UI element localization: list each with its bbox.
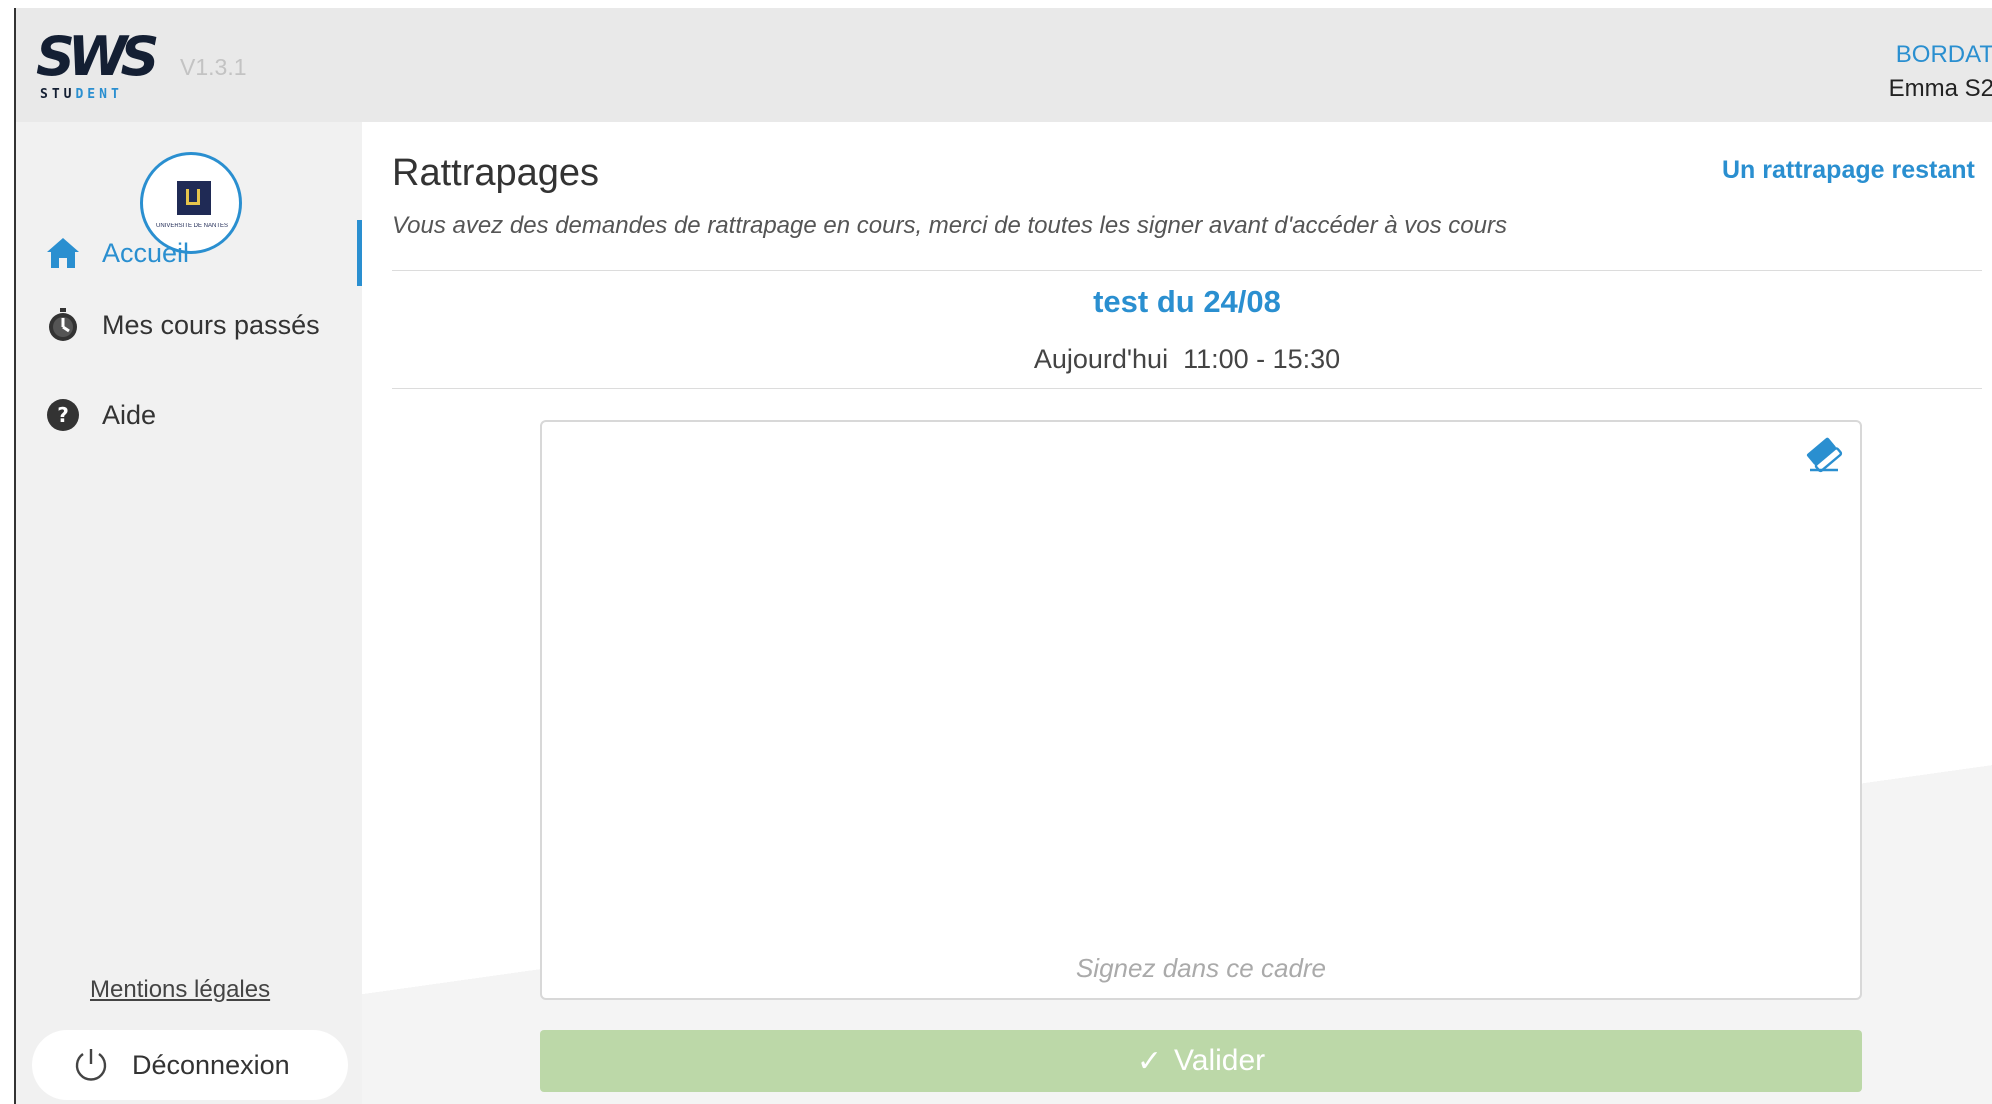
divider (392, 388, 1982, 389)
session-name: test du 24/08 (1093, 284, 1281, 319)
svg-text:?: ? (57, 403, 69, 427)
university-mark-icon (177, 181, 211, 215)
user-info[interactable]: BORDAT Emma S2 (1884, 38, 1992, 106)
app-version: V1.3.1 (180, 54, 247, 80)
app-window: SWS STUDENT V1.3.1 BORDAT Emma S2 UNIVER… (14, 8, 1992, 1104)
user-firstname: Emma S2 (1888, 75, 1992, 102)
sidebar: UNIVERSITÉ DE NANTES Accueil Mes cours p… (16, 122, 362, 1104)
sws-logo: SWS STUDENT (36, 25, 159, 110)
help-icon: ? (44, 396, 82, 434)
stopwatch-icon (44, 306, 82, 344)
legal-notice-link[interactable]: Mentions légales (90, 976, 270, 1004)
main-content: Rattrapages Vous avez des demandes de ra… (362, 122, 1992, 1104)
signature-pad[interactable]: Signez dans ce cadre (540, 420, 1862, 1000)
divider (392, 270, 1982, 271)
sidebar-item-aide[interactable]: ? Aide (16, 382, 362, 448)
sidebar-item-mes-cours-passes[interactable]: Mes cours passés (16, 292, 362, 358)
logout-label: Déconnexion (132, 1049, 290, 1080)
power-icon (72, 1046, 110, 1084)
top-header: SWS STUDENT V1.3.1 BORDAT Emma S2 (16, 8, 1992, 122)
sidebar-item-label: Mes cours passés (102, 309, 320, 340)
logo-subtitle: STUDENT (40, 88, 123, 102)
logo-subtitle-a: STU (40, 87, 76, 102)
validate-button[interactable]: ✓ Valider (540, 1030, 1862, 1092)
eraser-icon[interactable] (1800, 430, 1844, 474)
logo-text: SWS (36, 25, 159, 88)
user-name: BORDAT (1895, 41, 1992, 68)
validate-label: Valider (1173, 1044, 1266, 1077)
check-icon: ✓ (1136, 1044, 1162, 1078)
page-title: Rattrapages (392, 152, 600, 194)
sidebar-item-accueil[interactable]: Accueil (16, 220, 362, 286)
logo-subtitle-b: DENT (75, 87, 123, 102)
page-subtitle: Vous avez des demandes de rattrapage en … (392, 212, 1507, 239)
sidebar-item-label: Accueil (102, 237, 190, 268)
remaining-count: Un rattrapage restant (1722, 156, 1975, 184)
session-time: Aujourd'hui 11:00 - 15:30 (1033, 344, 1341, 374)
home-icon (44, 234, 82, 272)
signature-hint: Signez dans ce cadre (1075, 953, 1327, 983)
sidebar-item-label: Aide (102, 399, 157, 430)
logout-button[interactable]: Déconnexion (32, 1030, 348, 1100)
